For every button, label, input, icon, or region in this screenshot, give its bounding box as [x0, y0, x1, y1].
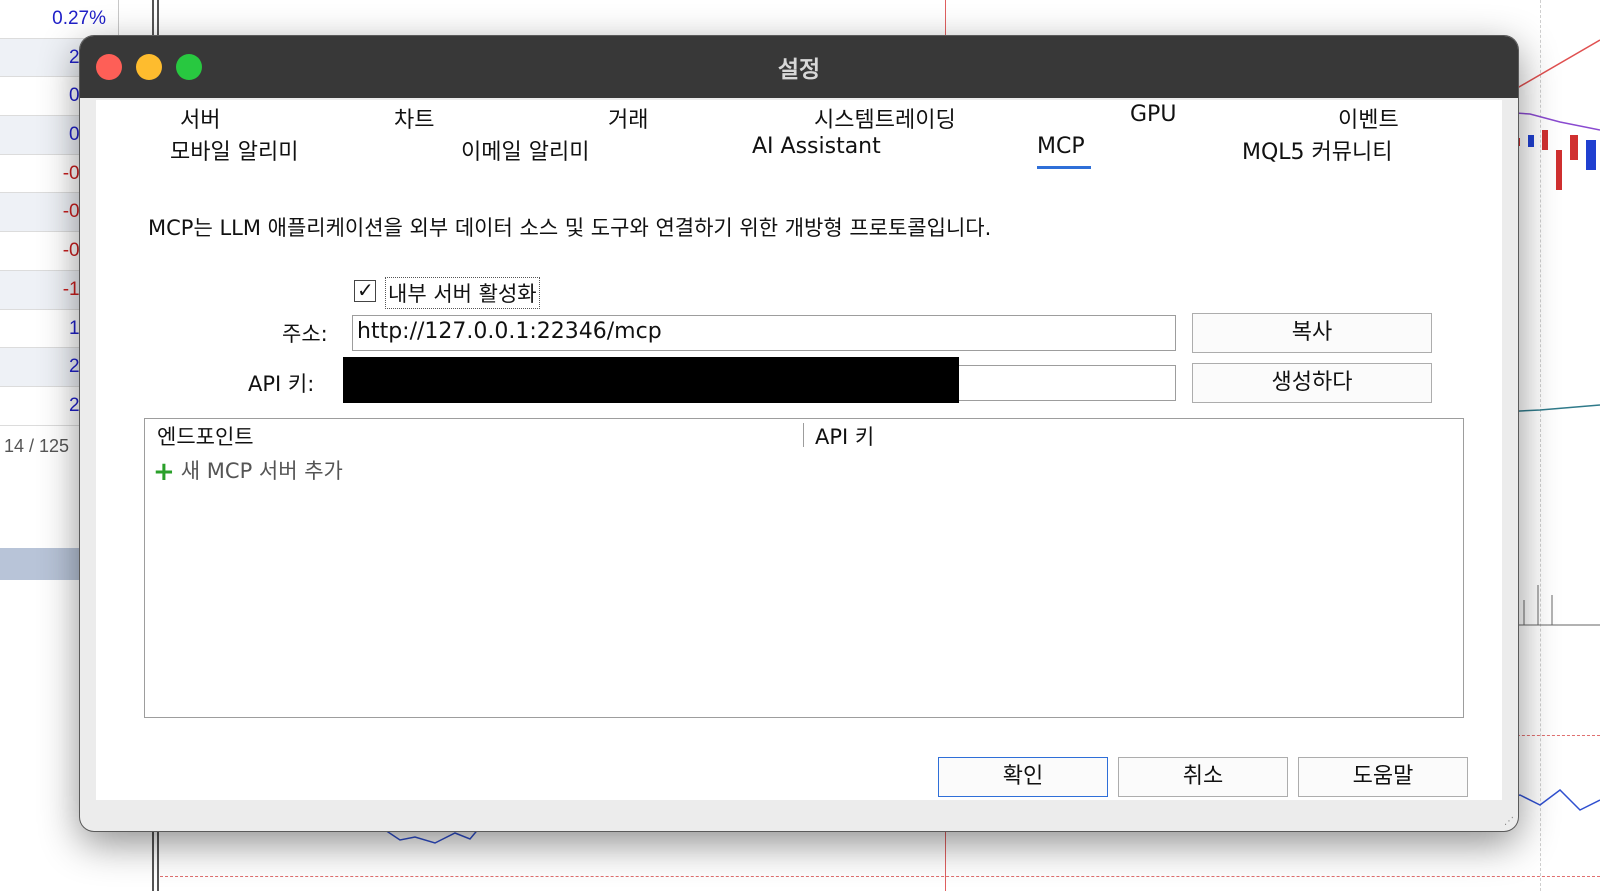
resize-grip-icon[interactable]: ⋰: [1504, 816, 1514, 827]
bg-pager: 14 / 125: [4, 436, 70, 456]
enable-server-label[interactable]: 내부 서버 활성화: [385, 277, 540, 309]
plus-icon: +: [153, 457, 175, 487]
tab-ai-assistant[interactable]: AI Assistant: [752, 134, 881, 159]
enable-server-checkbox[interactable]: ✓: [354, 278, 376, 302]
copy-button[interactable]: 복사: [1192, 313, 1432, 353]
tab-events[interactable]: 이벤트: [1338, 102, 1399, 134]
mcp-description: MCP는 LLM 애플리케이션을 외부 데이터 소스 및 도구와 연결하기 위한…: [148, 216, 992, 240]
address-field[interactable]: http://127.0.0.1:22346/mcp: [352, 315, 1176, 351]
tab-expert-advisors[interactable]: 시스템트레이딩: [814, 102, 956, 134]
api-key-label: API 키:: [248, 372, 315, 396]
active-tab-indicator: [1037, 166, 1091, 169]
tab-gpu[interactable]: GPU: [1130, 102, 1176, 127]
endpoint-table: 엔드포인트 API 키 + 새 MCP 서버 추가: [144, 418, 1464, 718]
column-separator[interactable]: [803, 423, 804, 447]
column-header-endpoint[interactable]: 엔드포인트: [157, 421, 254, 451]
add-mcp-server-label: 새 MCP 서버 추가: [180, 459, 343, 483]
settings-panel: 서버 차트 거래 시스템트레이딩 GPU 이벤트 모바일 알리미 이메일 알리미…: [96, 100, 1502, 800]
add-mcp-server-row[interactable]: + 새 MCP 서버 추가: [153, 455, 343, 487]
tab-trade[interactable]: 거래: [608, 102, 648, 134]
generate-key-button[interactable]: 생성하다: [1192, 363, 1432, 403]
column-header-api-key[interactable]: API 키: [815, 421, 874, 451]
dialog-title: 설정: [777, 57, 821, 83]
help-button[interactable]: 도움말: [1298, 757, 1468, 797]
tab-server[interactable]: 서버: [180, 102, 220, 134]
address-label: 주소:: [282, 322, 328, 346]
tab-email-notifications[interactable]: 이메일 알리미: [461, 134, 589, 166]
settings-dialog: 설정 서버 차트 거래 시스템트레이딩 GPU 이벤트 모바일 알리미 이메일 …: [80, 36, 1518, 831]
tab-charts[interactable]: 차트: [394, 102, 434, 134]
redaction-block: [343, 357, 959, 403]
dialog-titlebar[interactable]: 설정: [80, 36, 1518, 98]
bg-chart-level-line: [160, 876, 1600, 877]
tab-mql5-community[interactable]: MQL5 커뮤니티: [1242, 134, 1393, 166]
tab-mcp[interactable]: MCP: [1037, 134, 1085, 159]
ok-button[interactable]: 확인: [938, 757, 1108, 797]
checkmark-icon: ✓: [357, 278, 374, 302]
cancel-button[interactable]: 취소: [1118, 757, 1288, 797]
bg-change-value: 0.27%: [0, 0, 118, 39]
tab-mobile-notifications[interactable]: 모바일 알리미: [170, 134, 298, 166]
